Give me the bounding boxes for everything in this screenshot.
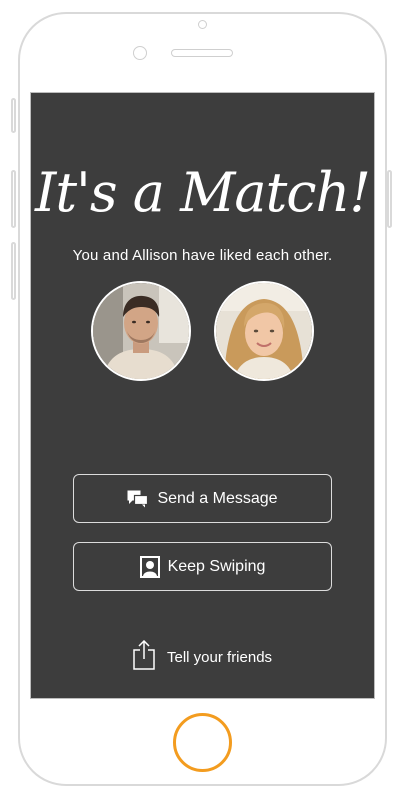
send-message-button[interactable]: Send a Message	[73, 474, 332, 523]
match-title: It's a Match!	[34, 161, 371, 224]
tell-friends-link[interactable]: Tell your friends	[133, 639, 273, 674]
tell-friends-label: Tell your friends	[167, 648, 273, 666]
match-avatar	[214, 281, 314, 381]
person-card-icon	[139, 555, 160, 578]
send-message-label: Send a Message	[157, 489, 278, 507]
volume-down-button	[11, 242, 16, 300]
mute-switch	[11, 98, 16, 133]
user-avatar	[91, 281, 191, 381]
keep-swiping-label: Keep Swiping	[167, 557, 266, 575]
front-camera	[133, 46, 147, 60]
match-screen: It's a Match! You and Allison have liked…	[30, 92, 375, 699]
power-button	[387, 170, 392, 228]
home-button[interactable]	[173, 713, 232, 772]
share-icon	[133, 639, 155, 674]
keep-swiping-button[interactable]: Keep Swiping	[73, 542, 332, 591]
earpiece-speaker	[171, 49, 233, 57]
chat-bubbles-icon	[127, 490, 149, 508]
front-sensor	[198, 20, 207, 29]
match-subtitle: You and Allison have liked each other.	[72, 247, 333, 264]
volume-up-button	[11, 170, 16, 228]
